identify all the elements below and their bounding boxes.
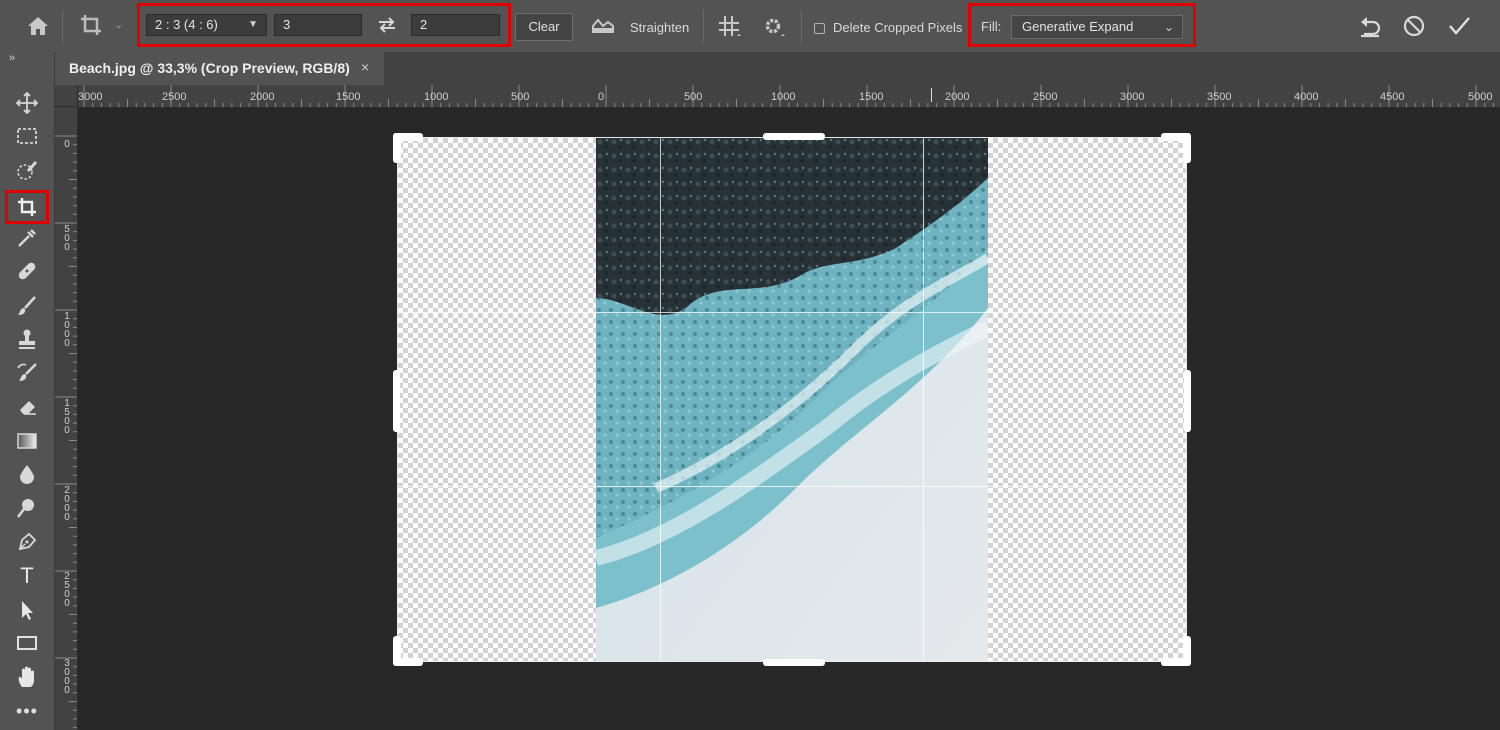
ruler-label: 500 [511, 91, 530, 103]
healing-brush-tool-icon[interactable] [12, 257, 42, 285]
blur-tool-icon[interactable] [12, 460, 42, 488]
ruler-label: 1500 [859, 91, 884, 103]
ruler-label: 500 [64, 224, 70, 253]
fill-label: Fill: [981, 19, 1002, 34]
history-brush-tool-icon[interactable] [12, 359, 42, 387]
ruler-label: 1000 [424, 91, 449, 103]
crop-handle-top[interactable] [763, 133, 825, 140]
ruler-label: 2500 [162, 91, 187, 103]
grid-line [398, 486, 1186, 487]
divider [62, 10, 63, 42]
ruler-label: 5000 [1468, 91, 1493, 103]
document-tab-strip: Beach.jpg @ 33,3% (Crop Preview, RGB/8) … [55, 52, 1500, 85]
grid-line [923, 138, 924, 661]
ruler-label: 2000 [64, 485, 70, 523]
crop-handle-right[interactable] [1184, 370, 1191, 432]
gear-icon[interactable] [762, 15, 786, 39]
crop-handle-bottom-left[interactable] [393, 636, 401, 666]
ruler-label: 0 [63, 139, 71, 150]
marquee-tool-icon[interactable] [12, 122, 42, 150]
straighten-icon[interactable] [590, 14, 616, 36]
cancel-icon[interactable] [1402, 14, 1426, 38]
horizontal-ruler: 3000 2500 2000 1500 1000 500 0 500 1000 … [78, 85, 1500, 108]
ruler-label: 1500 [336, 91, 361, 103]
more-tools-icon[interactable]: ••• [12, 697, 42, 725]
ruler-label: 500 [684, 91, 703, 103]
ruler-label-text: 0 [64, 139, 70, 150]
checkmark-icon[interactable] [1447, 14, 1471, 38]
crop-handle-top-left[interactable] [393, 133, 401, 163]
options-bar: ⌄ 2 : 3 (4 : 6) ▼ 3 2 Clear Straighten D… [0, 0, 1500, 53]
ruler-label: 1500 [64, 398, 70, 436]
grid-line [660, 138, 661, 661]
gradient-tool-icon[interactable] [12, 427, 42, 455]
document-tab[interactable]: Beach.jpg @ 33,3% (Crop Preview, RGB/8) … [55, 52, 384, 85]
ratio-width-field[interactable]: 3 [274, 14, 362, 36]
crop-tool-icon[interactable] [5, 190, 49, 224]
divider [703, 10, 704, 42]
grid-overlay-icon[interactable] [718, 15, 742, 39]
ruler-label: 0 [598, 91, 605, 103]
grid-line [398, 312, 1186, 313]
move-tool-icon[interactable] [12, 89, 42, 117]
crop-preview-area[interactable] [393, 133, 1191, 666]
tool-preset-caret-icon[interactable]: ⌄ [114, 18, 123, 31]
chevron-down-icon: ▼ [248, 19, 258, 30]
ruler-label: 3500 [1207, 91, 1232, 103]
delete-cropped-checkbox[interactable] [814, 23, 825, 34]
tools-panel: » T ••• [0, 52, 55, 730]
straighten-label[interactable]: Straighten [630, 20, 689, 35]
crop-handle-left[interactable] [393, 370, 400, 432]
path-selection-tool-icon[interactable] [12, 596, 42, 624]
pen-tool-icon[interactable] [12, 528, 42, 556]
ruler-label: 3000 [1120, 91, 1145, 103]
rectangle-tool-icon[interactable] [12, 629, 42, 657]
ruler-cursor-marker [931, 88, 932, 102]
fill-value: Generative Expand [1022, 19, 1134, 34]
type-tool-icon[interactable]: T [12, 562, 42, 590]
ruler-label: 2000 [250, 91, 275, 103]
swap-arrows-icon[interactable] [376, 14, 398, 36]
close-icon[interactable]: × [361, 59, 369, 75]
ruler-label: 4500 [1380, 91, 1405, 103]
clear-button[interactable]: Clear [515, 13, 573, 41]
ruler-label: 3000 [78, 91, 103, 103]
hand-tool-icon[interactable] [12, 663, 42, 691]
crop-handle-top-right[interactable] [1183, 133, 1191, 163]
chevron-down-icon: ⌄ [1163, 20, 1174, 34]
brush-tool-icon[interactable] [12, 292, 42, 320]
vertical-ruler: 0 500 1000 1500 2000 2500 3000 [55, 107, 78, 730]
ruler-corner [55, 85, 78, 107]
eyedropper-tool-icon[interactable] [12, 224, 42, 252]
dodge-tool-icon[interactable] [12, 494, 42, 522]
beach-photo [596, 138, 988, 661]
ruler-label: 2500 [1033, 91, 1058, 103]
fill-dropdown[interactable]: Generative Expand ⌄ [1011, 15, 1183, 39]
crop-handle-bottom-right[interactable] [1183, 636, 1191, 666]
crop-handle-bottom[interactable] [763, 659, 825, 666]
object-selection-tool-icon[interactable] [12, 156, 42, 184]
home-icon[interactable] [24, 12, 52, 40]
ratio-preset-dropdown[interactable]: 2 : 3 (4 : 6) ▼ [146, 14, 267, 36]
divider [801, 10, 802, 42]
reset-icon[interactable] [1358, 13, 1384, 39]
ruler-label: 3000 [64, 658, 70, 696]
document-canvas[interactable] [78, 108, 1500, 730]
collapse-panel-icon[interactable]: » [9, 52, 15, 64]
ruler-label: 2000 [945, 91, 970, 103]
delete-cropped-label[interactable]: Delete Cropped Pixels [833, 20, 962, 35]
document-tab-title: Beach.jpg @ 33,3% (Crop Preview, RGB/8) [69, 60, 350, 76]
crop-icon[interactable] [78, 12, 104, 38]
ruler-label: 1000 [771, 91, 796, 103]
ratio-preset-value: 2 : 3 (4 : 6) [155, 17, 218, 32]
ruler-label: 1000 [64, 311, 70, 349]
ratio-height-field[interactable]: 2 [411, 14, 500, 36]
eraser-tool-icon[interactable] [12, 393, 42, 421]
clone-stamp-tool-icon[interactable] [12, 325, 42, 353]
ruler-label: 2500 [64, 571, 70, 609]
ruler-label: 4000 [1294, 91, 1319, 103]
